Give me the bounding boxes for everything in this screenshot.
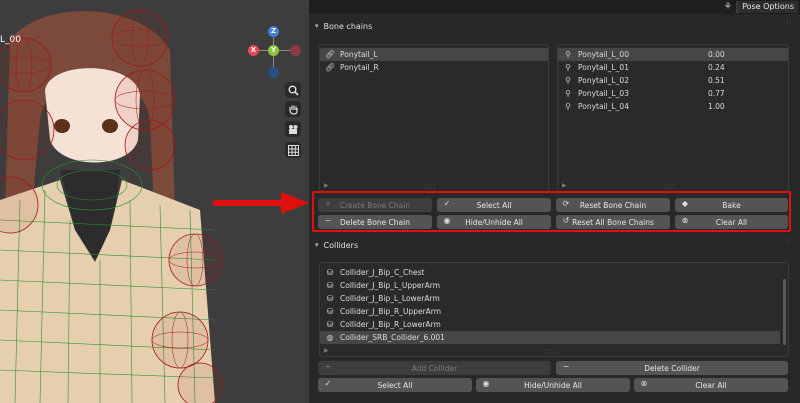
list-item[interactable]: ⛁ Collider_J_Bip_R_UpperArm [320,305,788,318]
chevron-down-icon: ▾ [315,22,319,30]
list-item[interactable]: ⛁ Collider_J_Bip_L_UpperArm [320,279,788,292]
gizmo-x-icon[interactable]: X [248,45,259,56]
3d-viewport[interactable]: L_00 Z X Y [0,0,309,403]
collider-list-scrollbar[interactable] [783,279,786,345]
list-item[interactable]: ⛁ Collider_J_Bip_C_Chest [320,266,788,279]
pose-options-menu[interactable]: Pose Options [738,1,798,13]
sphere-icon: ◍ [326,333,334,342]
drag-handle-icon[interactable]: ∷ [787,18,792,26]
gizmo-z-icon[interactable]: Z [268,26,279,37]
collider-label: Collider_J_Bip_R_LowerArm [340,320,441,329]
chevron-down-icon: ▾ [315,241,319,249]
list-item[interactable]: ⛁ Collider_J_Bip_R_LowerArm [320,318,788,331]
list-item[interactable]: ⛁ Collider_J_Bip_L_LowerArm [320,292,788,305]
bone-icon: ⚲ [565,50,571,59]
collider-label: Collider_J_Bip_L_UpperArm [340,281,441,290]
list-item[interactable]: ⚲ Ponytail_L_00 0.00 [558,48,788,61]
list-item[interactable]: 🔗︎ Ponytail_L [320,48,548,61]
annotation-highlight-frame [312,191,791,232]
bone-label: Ponytail_L_04 [578,102,629,111]
checkmark-icon: ✓ [324,379,332,388]
hide-unhide-colliders-button[interactable]: ◉ Hide/Unhide All [476,378,630,392]
clear-all-colliders-button[interactable]: ⊗ Clear All [634,378,788,392]
list-item[interactable]: ⚲ Ponytail_L_04 1.00 [558,100,788,113]
bone-icon: ⚲ [565,89,571,98]
cylinder-icon: ⛁ [326,307,334,316]
cylinder-icon: ⛁ [326,320,334,329]
expand-triangle-icon[interactable]: ▶ [324,182,329,189]
bone-chains-header[interactable]: ▾ Bone chains [315,19,372,33]
expand-triangle-icon[interactable]: ▶ [562,182,567,189]
zoom-icon[interactable] [285,82,301,98]
bone-value: 0.51 [708,76,725,85]
collider-label: Collider_J_Bip_R_UpperArm [340,307,442,316]
colliders-title: Colliders [323,240,359,250]
list-item[interactable]: ⚲ Ponytail_L_03 0.77 [558,87,788,100]
panel-topbar: ⚘ X Pose Options [309,0,800,14]
bone-value: 0.24 [708,63,725,72]
chain-label: Ponytail_L [340,50,378,59]
gizmo-neg-x-icon[interactable] [290,45,301,56]
collider-label: Collider_J_Bip_C_Chest [340,268,425,277]
bone-icon: ⚲ [565,102,571,111]
navigation-gizmo[interactable]: Z X Y [246,26,302,80]
annotation-arrow-icon [213,192,309,214]
colliders-header[interactable]: ▾ Colliders [315,238,358,252]
gizmo-neg-z-icon[interactable] [268,67,279,78]
resize-handle-icon[interactable]: ∷∷ [664,183,675,191]
bone-value: 0.77 [708,89,725,98]
link-icon: 🔗︎ [324,50,336,59]
delete-collider-button[interactable]: − Delete Collider [556,361,788,375]
list-item[interactable]: ⚲ Ponytail_L_01 0.24 [558,61,788,74]
bone-list[interactable]: ⚲ Ponytail_L_00 0.00 ⚲ Ponytail_L_01 0.2… [557,44,789,192]
bone-icon: ⚲ [565,76,571,85]
bone-label: Ponytail_L_02 [578,76,629,85]
add-collider-button[interactable]: + Add Collider [318,361,551,375]
bone-value: 1.00 [708,102,725,111]
bone-chain-list[interactable]: 🔗︎ Ponytail_L 🔗︎ Ponytail_R ▶ ∷∷ [319,44,549,192]
expand-triangle-icon[interactable]: ▶ [324,347,329,354]
resize-handle-icon[interactable]: ∷∷ [545,348,556,356]
bone-label: Ponytail_L_01 [578,63,629,72]
butterfly-icon[interactable]: ⚘ [724,2,732,12]
cylinder-icon: ⛁ [326,268,334,277]
camera-icon[interactable] [285,121,301,137]
chain-label: Ponytail_R [340,63,379,72]
bone-label: Ponytail_L_00 [578,50,629,59]
resize-handle-icon[interactable]: ∷∷ [425,183,436,191]
cylinder-icon: ⛁ [326,294,334,303]
drag-handle-icon[interactable]: ∷ [787,237,792,245]
plus-icon: + [324,362,332,371]
link-icon: 🔗︎ [324,63,336,72]
bone-value: 0.00 [708,50,725,59]
bone-chains-title: Bone chains [323,21,373,31]
list-item[interactable]: 🔗︎ Ponytail_R [320,61,548,74]
select-all-colliders-button[interactable]: ✓ Select All [318,378,472,392]
minus-icon: − [562,362,570,371]
collider-label: Collider_J_Bip_L_LowerArm [340,294,440,303]
clear-icon: ⊗ [640,379,648,388]
gizmo-y-icon[interactable]: Y [268,45,279,56]
collider-list[interactable]: ⛁ Collider_J_Bip_C_Chest ⛁ Collider_J_Bi… [319,262,789,357]
bone-label: Ponytail_L_03 [578,89,629,98]
list-item[interactable]: ◍ Collider_SRB_Collider_6.001 [320,331,780,344]
bone-icon: ⚲ [565,63,571,72]
hand-icon[interactable] [285,101,301,117]
viewport-corner-label: L_00 [0,35,21,45]
collider-label: Collider_SRB_Collider_6.001 [340,333,445,342]
grid-icon[interactable] [285,142,301,158]
list-item[interactable]: ⚲ Ponytail_L_02 0.51 [558,74,788,87]
eye-icon: ◉ [482,379,490,388]
cylinder-icon: ⛁ [326,281,334,290]
